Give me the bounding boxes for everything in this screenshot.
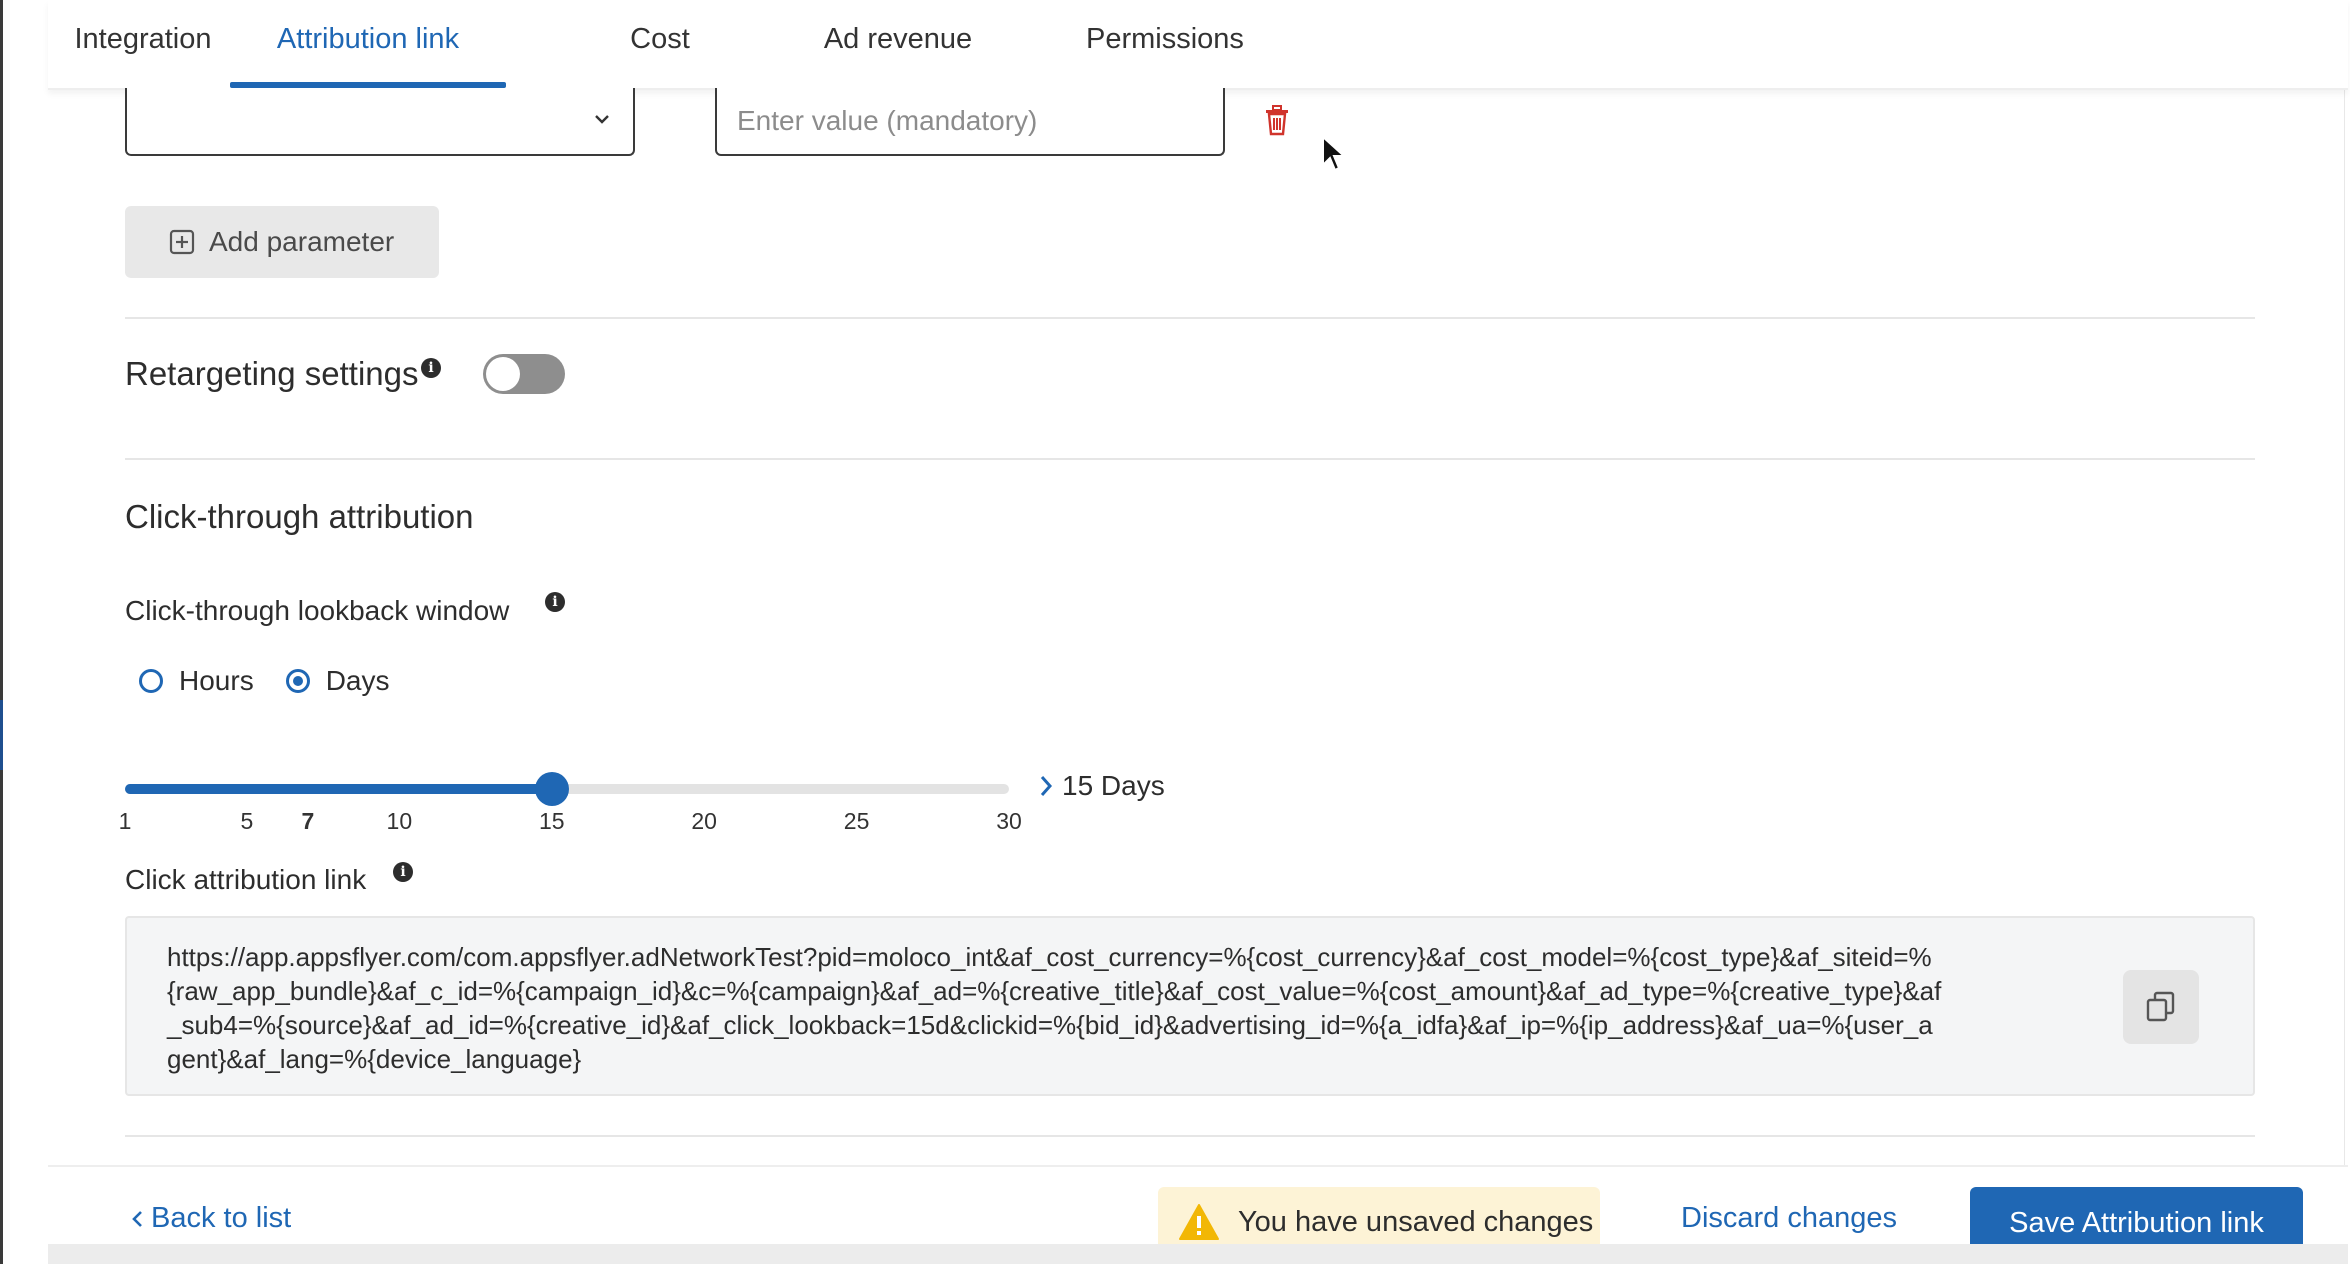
toggle-knob [486,357,520,391]
copy-icon [2146,991,2175,1022]
radio-days-label[interactable]: Days [326,665,390,697]
info-icon[interactable]: i [421,358,441,378]
retargeting-toggle[interactable] [483,354,565,394]
tab-permissions[interactable]: Permissions [1086,0,1244,88]
slider-tick-label: 20 [691,808,717,834]
back-to-list-link[interactable]: Back to list [131,1202,291,1235]
tab-attribution-link[interactable]: Attribution link [230,0,506,88]
divider [125,458,2255,460]
slider-tick-label: 7 [301,808,315,834]
tab-ad-revenue[interactable]: Ad revenue [800,0,996,88]
chevron-left-icon [132,1210,142,1227]
slider-tick-label: 5 [240,808,254,834]
info-icon[interactable]: i [545,592,565,612]
add-parameter-label: Add parameter [209,226,395,257]
attribution-link-url: https://app.appsflyer.com/com.appsflyer.… [167,942,1942,1074]
plus-square-icon [169,229,195,255]
copy-link-button[interactable] [2123,970,2199,1044]
slider-fill [125,784,552,794]
cursor-icon [1322,135,1347,172]
radio-hours-label[interactable]: Hours [179,665,254,697]
slider-tick-label: 15 [538,808,565,834]
slider-tick-label: 30 [996,808,1022,834]
attribution-link-panel: Integration Attribution link Cost Ad rev… [3,0,2350,1264]
retargeting-label: Retargeting settings [125,355,419,392]
lookback-slider[interactable] [125,772,1009,806]
back-to-list-label: Back to list [151,1202,292,1234]
attribution-link-box: https://app.appsflyer.com/com.appsflyer.… [125,916,2255,1096]
divider [125,317,2255,319]
unsaved-changes-text: You have unsaved changes [1238,1205,1594,1238]
slider-tick-label: 1 [118,808,132,834]
tab-bar: Integration Attribution link Cost Ad rev… [48,0,2348,90]
tab-cost[interactable]: Cost [618,0,702,88]
slider-value-text: 15 Days [1062,770,1165,801]
chevron-down-icon [595,115,609,124]
slider-value-display[interactable]: 15 Days [1038,770,1165,802]
click-attribution-link-label: Click attribution link [125,864,367,895]
info-icon[interactable]: i [393,862,413,882]
slider-thumb[interactable] [534,772,569,806]
warning-icon [1179,1204,1219,1240]
bottom-scroll-strip [48,1244,2348,1264]
slider-tick-label: 10 [386,808,413,834]
parameter-select[interactable] [125,88,635,156]
lookback-window-label: Click-through lookback window [125,595,510,626]
chevron-right-icon [1040,776,1053,796]
parameter-value-input[interactable] [715,88,1225,156]
add-parameter-button[interactable]: Add parameter [125,206,439,278]
slider-tick-label: 25 [843,808,870,834]
tab-integration[interactable]: Integration [62,0,224,88]
lookback-unit-radio-group: Hours Days [139,663,390,699]
divider [125,1135,2255,1137]
click-through-title: Click-through attribution [125,498,474,535]
discard-changes-link[interactable]: Discard changes [1681,1202,1897,1235]
right-separator [2344,0,2345,1264]
radio-days[interactable] [285,669,310,693]
trash-icon[interactable] [1263,104,1291,136]
radio-hours[interactable] [139,669,163,693]
